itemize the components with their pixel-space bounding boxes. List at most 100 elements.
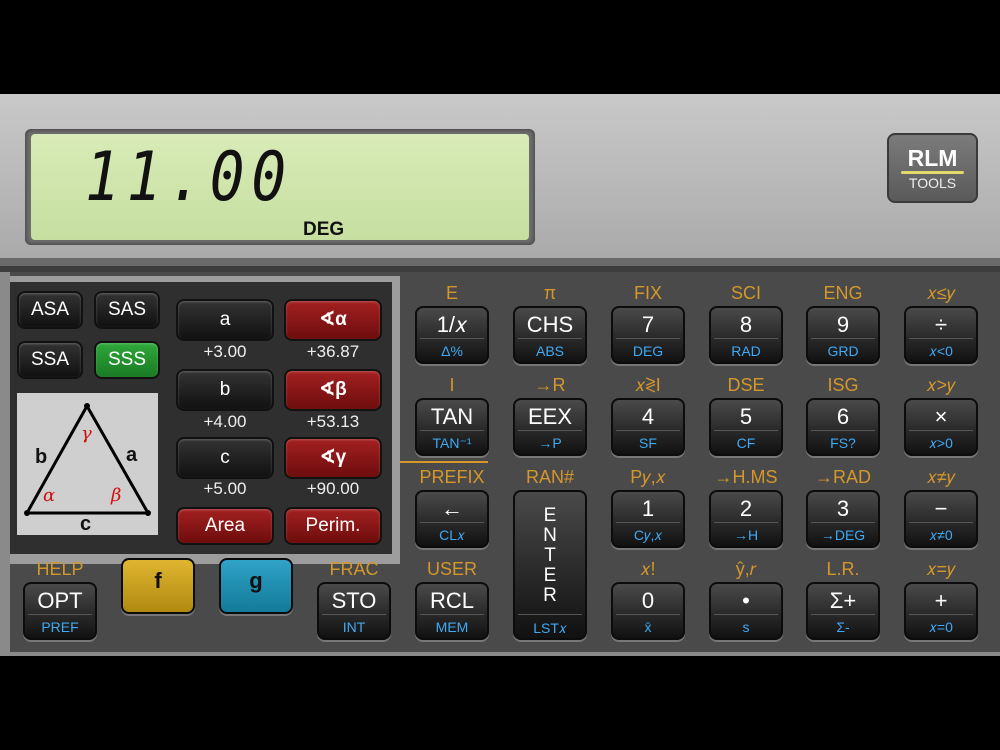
digit-9-f-label: ENG: [823, 283, 863, 303]
rcl-f-label: USER: [426, 559, 477, 579]
digit-7-f-label: FIX: [633, 283, 662, 303]
digit-3-g-label: →DEG: [820, 527, 866, 543]
opt-f-label: HELP: [36, 559, 84, 579]
digit-9-key[interactable]: 9 GRD: [806, 306, 880, 364]
perimeter-button[interactable]: Perim.: [284, 507, 382, 545]
eex-key[interactable]: EEX →P: [513, 398, 587, 456]
tan-key-divider: [420, 430, 484, 431]
enter-f-label: RAN#: [525, 467, 574, 487]
reciprocal-g-label: Δ%: [441, 343, 463, 359]
add-key[interactable]: + 𝑥=0: [904, 582, 978, 640]
digit-8-g-label: RAD: [731, 343, 761, 359]
tan-key[interactable]: TAN TAN⁻¹: [415, 398, 489, 456]
enter-key[interactable]: E N T E R LST𝑥: [513, 490, 587, 640]
side-c-button[interactable]: c: [176, 437, 274, 479]
g-shift-key[interactable]: g: [219, 558, 293, 614]
sigma-plus-key[interactable]: Σ+ Σ-: [806, 582, 880, 640]
digit-6-g-label: FS?: [830, 435, 856, 451]
display-value: 11.00: [85, 138, 293, 217]
rlm-tools-logo-button[interactable]: RLM TOOLS: [887, 133, 978, 203]
divide-key-label: ÷: [934, 312, 948, 337]
digit-0-f-label: 𝑥!: [640, 559, 656, 579]
opt-g-label: PREF: [41, 619, 79, 635]
chs-g-label: ABS: [535, 343, 564, 359]
side-b-value: +4.00: [203, 412, 247, 431]
side-a-button[interactable]: a: [176, 299, 274, 341]
decimal-point-key-divider: [714, 614, 778, 615]
digit-7-key[interactable]: 7 DEG: [611, 306, 685, 364]
left-edge: [0, 272, 10, 656]
digit-0-key[interactable]: 0 x̄: [611, 582, 685, 640]
angle-mode-indicator: DEG: [303, 219, 345, 240]
header-divider: [0, 258, 1000, 266]
logo-underline: [901, 171, 964, 174]
opt-key[interactable]: OPT PREF: [23, 582, 97, 640]
reciprocal-key-divider: [420, 338, 484, 339]
reciprocal-key[interactable]: 1/𝑥 Δ%: [415, 306, 489, 364]
mode-asa-button[interactable]: ASA: [17, 291, 83, 329]
backspace-f-label: PREFIX: [419, 467, 485, 487]
digit-1-key[interactable]: 1 C𝑦,𝑥: [611, 490, 685, 548]
digit-3-key-label: 3: [836, 496, 850, 521]
sto-key[interactable]: STO INT: [317, 582, 391, 640]
enter-key-divider: [518, 614, 582, 615]
add-key-divider: [909, 614, 973, 615]
subtract-key-divider: [909, 522, 973, 523]
multiply-g-label: 𝑥>0: [929, 435, 953, 451]
mode-sas-button[interactable]: SAS: [94, 291, 160, 329]
sigma-plus-g-label: Σ-: [836, 619, 850, 635]
reciprocal-key-label: 1/𝑥: [436, 312, 468, 337]
digit-6-key[interactable]: 6 FS?: [806, 398, 880, 456]
eex-f-label: →R: [534, 375, 566, 395]
divide-key[interactable]: ÷ 𝑥<0: [904, 306, 978, 364]
digit-8-key[interactable]: 8 RAD: [709, 306, 783, 364]
digit-7-g-label: DEG: [632, 343, 664, 359]
prefix-bracket: [400, 461, 488, 463]
digit-1-g-label: C𝑦,𝑥: [633, 527, 663, 543]
digit-5-key[interactable]: 5 CF: [709, 398, 783, 456]
mode-sss-button[interactable]: SSS: [94, 341, 160, 379]
subtract-f-label: 𝑥≠𝑦: [926, 467, 956, 487]
digit-4-g-label: SF: [639, 435, 657, 451]
rcl-key-label: RCL: [429, 588, 474, 613]
subtract-key[interactable]: − 𝑥≠0: [904, 490, 978, 548]
chs-key[interactable]: CHS ABS: [513, 306, 587, 364]
angle-alpha-button[interactable]: ∢α: [284, 299, 382, 341]
side-a-value: +3.00: [203, 342, 247, 361]
top-bezel: [0, 0, 1000, 94]
digit-6-key-label: 6: [836, 404, 850, 429]
angle-beta-value: +53.13: [306, 412, 360, 431]
digit-3-f-label: →RAD: [814, 467, 871, 487]
f-shift-key[interactable]: f: [121, 558, 195, 614]
subtract-key-label: −: [934, 496, 948, 521]
rcl-key-divider: [420, 614, 484, 615]
side-b-button[interactable]: b: [176, 369, 274, 411]
area-button[interactable]: Area: [176, 507, 274, 545]
digit-3-key-divider: [811, 522, 875, 523]
multiply-key-label: ×: [934, 404, 948, 429]
decimal-point-key[interactable]: • s: [709, 582, 783, 640]
add-f-label: 𝑥=𝑦: [926, 559, 956, 579]
digit-9-key-label: 9: [836, 312, 850, 337]
enter-g-label: LST𝑥: [533, 620, 567, 636]
logo-text: RLM: [907, 145, 958, 171]
digit-4-key-label: 4: [641, 404, 655, 429]
divide-f-label: 𝑥≤𝑦: [926, 283, 956, 303]
angle-beta-button[interactable]: ∢β: [284, 369, 382, 411]
side-b-label: b: [35, 446, 47, 468]
mode-ssa-button[interactable]: SSA: [17, 341, 83, 379]
backspace-key-label: ←: [441, 496, 463, 521]
digit-9-key-divider: [811, 338, 875, 339]
multiply-key[interactable]: × 𝑥>0: [904, 398, 978, 456]
digit-2-key-label: 2: [739, 496, 753, 521]
digit-7-key-divider: [616, 338, 680, 339]
chs-key-label: CHS: [526, 312, 574, 337]
angle-gamma-button[interactable]: ∢γ: [284, 437, 382, 479]
digit-1-key-label: 1: [641, 496, 655, 521]
backspace-key[interactable]: ← CL𝑥: [415, 490, 489, 548]
digit-2-key[interactable]: 2 →H: [709, 490, 783, 548]
rcl-key[interactable]: RCL MEM: [415, 582, 489, 640]
digit-5-key-divider: [714, 430, 778, 431]
digit-3-key[interactable]: 3 →DEG: [806, 490, 880, 548]
digit-4-key[interactable]: 4 SF: [611, 398, 685, 456]
